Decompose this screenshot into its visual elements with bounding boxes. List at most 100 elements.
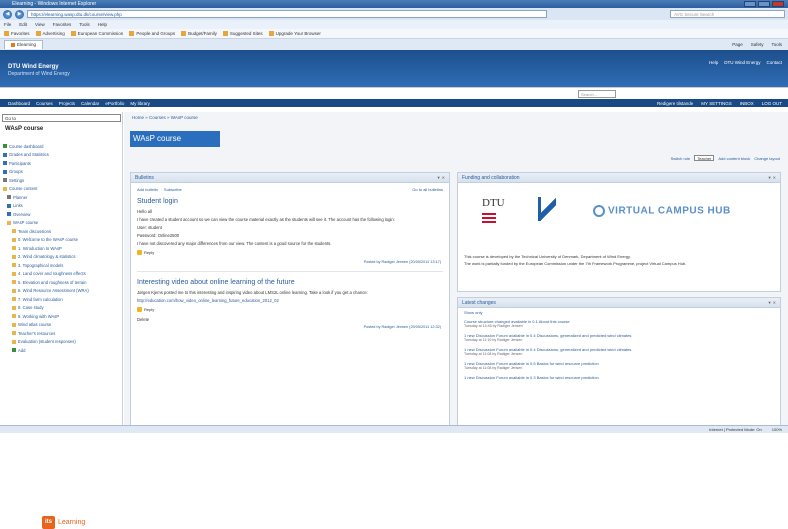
menu-edit[interactable]: Edit xyxy=(19,22,27,27)
switch-role-bar: Switch role Teacher Add content block Ch… xyxy=(671,155,780,161)
sidebar-item-label: Settings xyxy=(9,177,25,183)
menu-help[interactable]: Help xyxy=(98,22,107,27)
command-bar: Page Safety Tools xyxy=(732,42,788,47)
my-settings-link[interactable]: MY SETTINGS xyxy=(701,101,731,106)
inbox-link[interactable]: INBOX xyxy=(740,101,754,106)
tab-elearning[interactable]: Elearning xyxy=(4,40,44,49)
sidebar-item[interactable]: Course dashboard xyxy=(3,142,121,151)
nav-projects[interactable]: Projects xyxy=(59,101,75,106)
site-brand[interactable]: DTU Wind Energy xyxy=(8,64,59,70)
fav-link-upgrade[interactable]: Upgrade Your Browser xyxy=(268,31,321,36)
block-controls[interactable]: ▼ ✕ xyxy=(768,298,776,308)
post-title[interactable]: Interesting video about online learning … xyxy=(131,277,449,288)
sidebar-item[interactable]: Links xyxy=(3,202,121,211)
sidebar-item[interactable]: Settings xyxy=(3,176,121,185)
menu-favorites[interactable]: Favorites xyxy=(53,22,72,27)
sidebar-item[interactable]: 5. Elevation and roughness of terrain xyxy=(3,278,121,287)
fav-link-suggested-sites[interactable]: Suggested Sites xyxy=(222,31,263,36)
latest-item[interactable]: 1 new Discussion Forum available in 0.4 … xyxy=(458,345,780,359)
sidebar-item[interactable]: 6. Wind Resource Assessment (WRA) xyxy=(3,287,121,296)
block-controls[interactable]: ▼ ✕ xyxy=(437,173,445,183)
fav-link-budget[interactable]: Budget/Family xyxy=(181,31,217,36)
breadcrumb[interactable]: Home » Courses » WAsP course xyxy=(132,115,198,120)
sidebar-item[interactable]: Team discussions xyxy=(3,227,121,236)
switch-role-select[interactable]: Teacher xyxy=(694,155,715,161)
nav-courses[interactable]: Courses xyxy=(36,101,53,106)
latest-item[interactable]: 1 new Discussion Forum available in 0.4 … xyxy=(458,331,780,345)
sidebar-item[interactable]: Add xyxy=(3,346,121,355)
reply-icon xyxy=(137,307,142,312)
sidebar-item[interactable]: 9. Working with WAsP xyxy=(3,312,121,321)
sidebar-item[interactable]: Groups xyxy=(3,168,121,177)
sidebar-item-label: Add xyxy=(18,347,26,353)
header-link-help[interactable]: Help xyxy=(709,60,718,65)
favorites-button[interactable]: Favorites xyxy=(4,31,30,36)
sidebar-item[interactable]: Teacher's resources xyxy=(3,329,121,338)
fav-link-advertising[interactable]: Advertising xyxy=(35,31,65,36)
add-bulletin-link[interactable]: Add bulletin xyxy=(137,187,158,192)
sidebar-item-label: 1. Introduction to WAsP xyxy=(18,245,62,251)
sidebar-item[interactable]: 1. Introduction to WAsP xyxy=(3,244,121,253)
folder-icon xyxy=(12,331,16,336)
browser-search-input[interactable]: AVG Secure Search xyxy=(670,10,785,18)
safety-menu[interactable]: Safety xyxy=(751,42,764,47)
menu-file[interactable]: File xyxy=(4,22,11,27)
user-name-link[interactable]: Redigere tilstande xyxy=(657,101,693,106)
reply-button[interactable]: Reply xyxy=(131,247,449,258)
maximize-button[interactable] xyxy=(758,1,770,7)
post-link[interactable]: http://education.com/how_video_online_le… xyxy=(131,296,449,304)
sidebar-item[interactable]: 2. Wind climatology & statistics xyxy=(3,253,121,262)
sidebar-item[interactable]: Participants xyxy=(3,159,121,168)
sidebar-item[interactable]: Course content xyxy=(3,185,121,194)
close-button[interactable] xyxy=(772,1,784,7)
minimize-button[interactable] xyxy=(744,1,756,7)
sidebar-item[interactable]: 3. Topographical models xyxy=(3,261,121,270)
sidebar-item-label: 2. Wind climatology & statistics xyxy=(18,254,76,260)
block-controls[interactable]: ▼ ✕ xyxy=(768,173,776,183)
change-layout-link[interactable]: Change layout xyxy=(754,156,780,161)
post-title[interactable]: Student login xyxy=(131,196,449,207)
fav-link-people-groups[interactable]: People and Groups xyxy=(129,31,175,36)
header-link-dtu[interactable]: DTU Wind Energy xyxy=(724,60,760,65)
logout-link[interactable]: LOG OUT xyxy=(762,101,782,106)
sidebar-item[interactable]: WAsP course xyxy=(3,219,121,228)
add-content-link[interactable]: Add content block xyxy=(718,156,750,161)
subscribe-link[interactable]: Subscribe xyxy=(164,187,182,192)
latest-item-text[interactable]: 1 new Discussion Forum available in 0.3 … xyxy=(464,375,774,380)
latest-filter[interactable]: Show only xyxy=(458,308,780,317)
all-bulletins-link[interactable]: Go to all bulletins xyxy=(412,187,443,192)
bulletins-controls: Add bulletin Subscribe Go to all bulleti… xyxy=(131,183,449,196)
fav-link-european-commission[interactable]: European Commission xyxy=(70,31,123,36)
forward-button[interactable]: ▶ xyxy=(15,9,24,19)
reply-button[interactable]: Reply xyxy=(131,304,449,315)
itslearning-logo: its Learning xyxy=(42,516,85,529)
nav-calendar[interactable]: Calendar xyxy=(81,101,99,106)
latest-item[interactable]: 1 new Discussion Forum available in 0.5 … xyxy=(458,359,780,373)
zoom-level[interactable]: 100% xyxy=(772,426,782,433)
course-select[interactable]: Go to xyxy=(2,114,121,122)
sidebar-item[interactable]: Wind atlas course xyxy=(3,321,121,330)
menu-view[interactable]: View xyxy=(35,22,45,27)
page-icon xyxy=(129,31,135,36)
header-link-contact[interactable]: Contact xyxy=(766,60,782,65)
sidebar-item[interactable]: 0. Welcome to the WAsP course xyxy=(3,236,121,245)
delete-link[interactable]: Delete xyxy=(131,315,449,323)
sidebar-item[interactable]: Evaluation (student responses) xyxy=(3,338,121,347)
sidebar-item[interactable]: 4. Land cover and roughness effects xyxy=(3,270,121,279)
back-button[interactable]: ◀ xyxy=(3,9,12,19)
url-input[interactable]: https://elearning.wasp.dtu.dk/course/vie… xyxy=(27,10,547,18)
nav-dashboard[interactable]: Dashboard xyxy=(8,101,30,106)
sidebar-item[interactable]: Planner xyxy=(3,193,121,202)
sidebar-item[interactable]: Grades and Statistics xyxy=(3,151,121,160)
page-menu[interactable]: Page xyxy=(732,42,743,47)
nav-eportfolio[interactable]: ePortfolio xyxy=(105,101,124,106)
sidebar-item[interactable]: Overview xyxy=(3,210,121,219)
site-search-input[interactable]: Search... xyxy=(578,90,616,98)
tools-menu[interactable]: Tools xyxy=(771,42,782,47)
sidebar-item[interactable]: 8. Case study xyxy=(3,304,121,313)
nav-my-library[interactable]: My library xyxy=(130,101,150,106)
sidebar-item[interactable]: 7. Wind farm calculation xyxy=(3,295,121,304)
menu-tools[interactable]: Tools xyxy=(79,22,90,27)
latest-item[interactable]: Course structure changed available in 0.… xyxy=(458,317,780,331)
latest-item[interactable]: 1 new Discussion Forum available in 0.3 … xyxy=(458,373,780,382)
